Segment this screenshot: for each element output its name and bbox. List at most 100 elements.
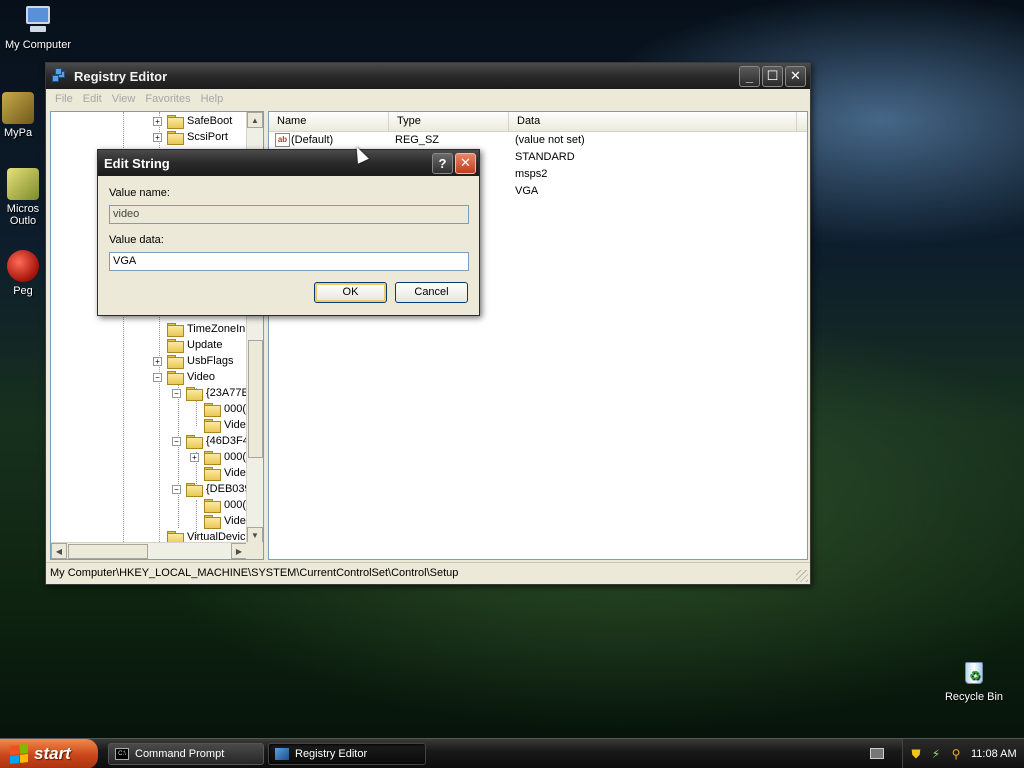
tree-horizontal-scrollbar[interactable]: ◀ ▶ — [51, 542, 247, 559]
clock[interactable]: 11:08 AM — [971, 748, 1017, 760]
close-button[interactable]: ✕ — [785, 65, 806, 87]
start-button[interactable]: start — [0, 739, 98, 768]
menu-file[interactable]: File — [50, 93, 78, 105]
taskbar-button-command-prompt[interactable]: C:\ Command Prompt — [108, 743, 264, 765]
window-title: Registry Editor — [74, 68, 168, 84]
tree-item[interactable]: + 000( — [190, 449, 246, 465]
folder-icon — [204, 515, 221, 529]
shield-icon[interactable]: ⛊ — [909, 747, 923, 761]
scroll-thumb[interactable] — [248, 340, 263, 458]
window-titlebar[interactable]: Registry Editor _ ☐ ✕ — [46, 63, 810, 89]
collapse-icon[interactable]: − — [153, 372, 162, 382]
chevron-right-icon: ▶ — [235, 546, 243, 556]
maximize-icon: ☐ — [766, 68, 779, 83]
keyboard-icon[interactable] — [870, 748, 884, 759]
search-icon[interactable]: ⚲ — [949, 747, 963, 761]
desktop-icon-label: Micros Outlo — [6, 203, 40, 227]
folder-icon — [167, 131, 184, 145]
value-data-input[interactable]: VGA — [109, 252, 469, 271]
scroll-up-button[interactable]: ▲ — [247, 112, 263, 128]
desktop-icon-my-computer[interactable]: My Computer — [0, 4, 78, 51]
status-path: My Computer\HKEY_LOCAL_MACHINE\SYSTEM\Cu… — [50, 567, 459, 579]
ok-button[interactable]: OK — [314, 282, 387, 303]
menu-favorites[interactable]: Favorites — [140, 93, 195, 105]
taskbar-button-registry-editor[interactable]: Registry Editor — [268, 743, 426, 765]
edit-string-dialog: Edit String ? ✕ Value name: video Value … — [97, 149, 480, 316]
folder-icon — [167, 371, 184, 385]
desktop-icon-label: Peg — [13, 285, 33, 297]
status-bar: My Computer\HKEY_LOCAL_MACHINE\SYSTEM\Cu… — [46, 562, 810, 584]
collapse-icon[interactable]: − — [172, 388, 181, 398]
help-button[interactable]: ? — [432, 152, 453, 174]
column-header-type[interactable]: Type — [389, 112, 509, 131]
tree-item[interactable]: Update — [167, 337, 222, 353]
expand-icon[interactable]: + — [153, 356, 162, 366]
system-tray: ⛊ ⚡ ⚲ 11:08 AM — [902, 739, 1024, 768]
tree-item[interactable]: + UsbFlags — [153, 353, 233, 369]
tree-item[interactable]: Vide — [204, 465, 246, 481]
scroll-right-button[interactable]: ▶ — [231, 543, 247, 559]
tree-item[interactable]: + SafeBoot — [153, 113, 232, 129]
menu-help[interactable]: Help — [196, 93, 229, 105]
collapse-icon[interactable]: − — [172, 484, 181, 494]
desktop-icon-label: Recycle Bin — [944, 691, 1004, 703]
folder-icon — [167, 115, 184, 129]
desktop-icon-mypa[interactable]: MyPa — [0, 92, 48, 139]
scroll-left-button[interactable]: ◀ — [51, 543, 67, 559]
folder-icon — [167, 355, 184, 369]
chevron-left-icon: ◀ — [55, 546, 63, 556]
command-prompt-icon: C:\ — [115, 748, 129, 760]
collapse-icon[interactable]: − — [172, 436, 181, 446]
question-icon: ? — [438, 155, 447, 171]
cancel-button[interactable]: Cancel — [395, 282, 468, 303]
folder-icon — [167, 339, 184, 353]
maximize-button[interactable]: ☐ — [762, 65, 783, 87]
value-name-label: Value name: — [109, 187, 170, 199]
column-header-name[interactable]: Name — [269, 112, 389, 131]
minimize-button[interactable]: _ — [739, 65, 760, 87]
folder-icon — [186, 435, 203, 449]
tree-item[interactable]: − {DEB039 — [172, 481, 251, 497]
network-icon[interactable]: ⚡ — [929, 747, 943, 761]
column-header-data[interactable]: Data — [509, 112, 797, 131]
menu-view[interactable]: View — [107, 93, 141, 105]
chevron-down-icon: ▼ — [251, 530, 259, 540]
tree-item[interactable]: − Video — [153, 369, 215, 385]
expand-icon[interactable]: + — [153, 132, 162, 142]
tree-item[interactable]: 000( — [204, 497, 246, 513]
desktop-icon-peg[interactable]: Peg — [0, 250, 46, 297]
close-icon: ✕ — [790, 68, 801, 83]
tree-item[interactable]: + ScsiPort — [153, 129, 228, 145]
desktop-icon-recycle-bin[interactable]: ♻ Recycle Bin — [934, 656, 1014, 703]
list-item[interactable]: ab (Default) REG_SZ (value not set) — [269, 132, 807, 149]
expand-icon[interactable]: + — [190, 452, 199, 462]
tree-item[interactable]: 000( — [204, 401, 246, 417]
folder-icon — [167, 323, 184, 337]
tree-item[interactable]: Vide — [204, 417, 246, 433]
dialog-close-button[interactable]: ✕ — [455, 152, 476, 174]
tree-item[interactable]: − {23A77E — [172, 385, 249, 401]
taskbar: start C:\ Command Prompt Registry Editor… — [0, 738, 1024, 768]
registry-editor-icon — [275, 748, 289, 760]
dialog-title: Edit String — [104, 155, 170, 171]
minimize-icon: _ — [745, 68, 754, 84]
tree-item[interactable]: TimeZoneInl — [167, 321, 248, 337]
scroll-thumb[interactable] — [68, 544, 148, 559]
expand-icon[interactable]: + — [153, 116, 162, 126]
folder-icon — [204, 467, 221, 481]
close-icon: ✕ — [460, 155, 471, 170]
folder-icon — [204, 419, 221, 433]
tree-item[interactable]: − {46D3F4 — [172, 433, 249, 449]
start-label: start — [34, 744, 71, 763]
tree-item[interactable]: Vide — [204, 513, 246, 529]
menu-edit[interactable]: Edit — [78, 93, 107, 105]
folder-icon — [204, 499, 221, 513]
peg-icon — [7, 250, 39, 282]
desktop-icon-outlook[interactable]: Micros Outlo — [0, 168, 46, 227]
desktop-icon-label: My Computer — [4, 39, 72, 51]
dialog-titlebar[interactable]: Edit String ? ✕ — [98, 150, 479, 176]
folder-icon — [204, 451, 221, 465]
resize-grip[interactable] — [796, 570, 808, 582]
value-name-field: video — [109, 205, 469, 224]
scroll-down-button[interactable]: ▼ — [247, 527, 263, 543]
